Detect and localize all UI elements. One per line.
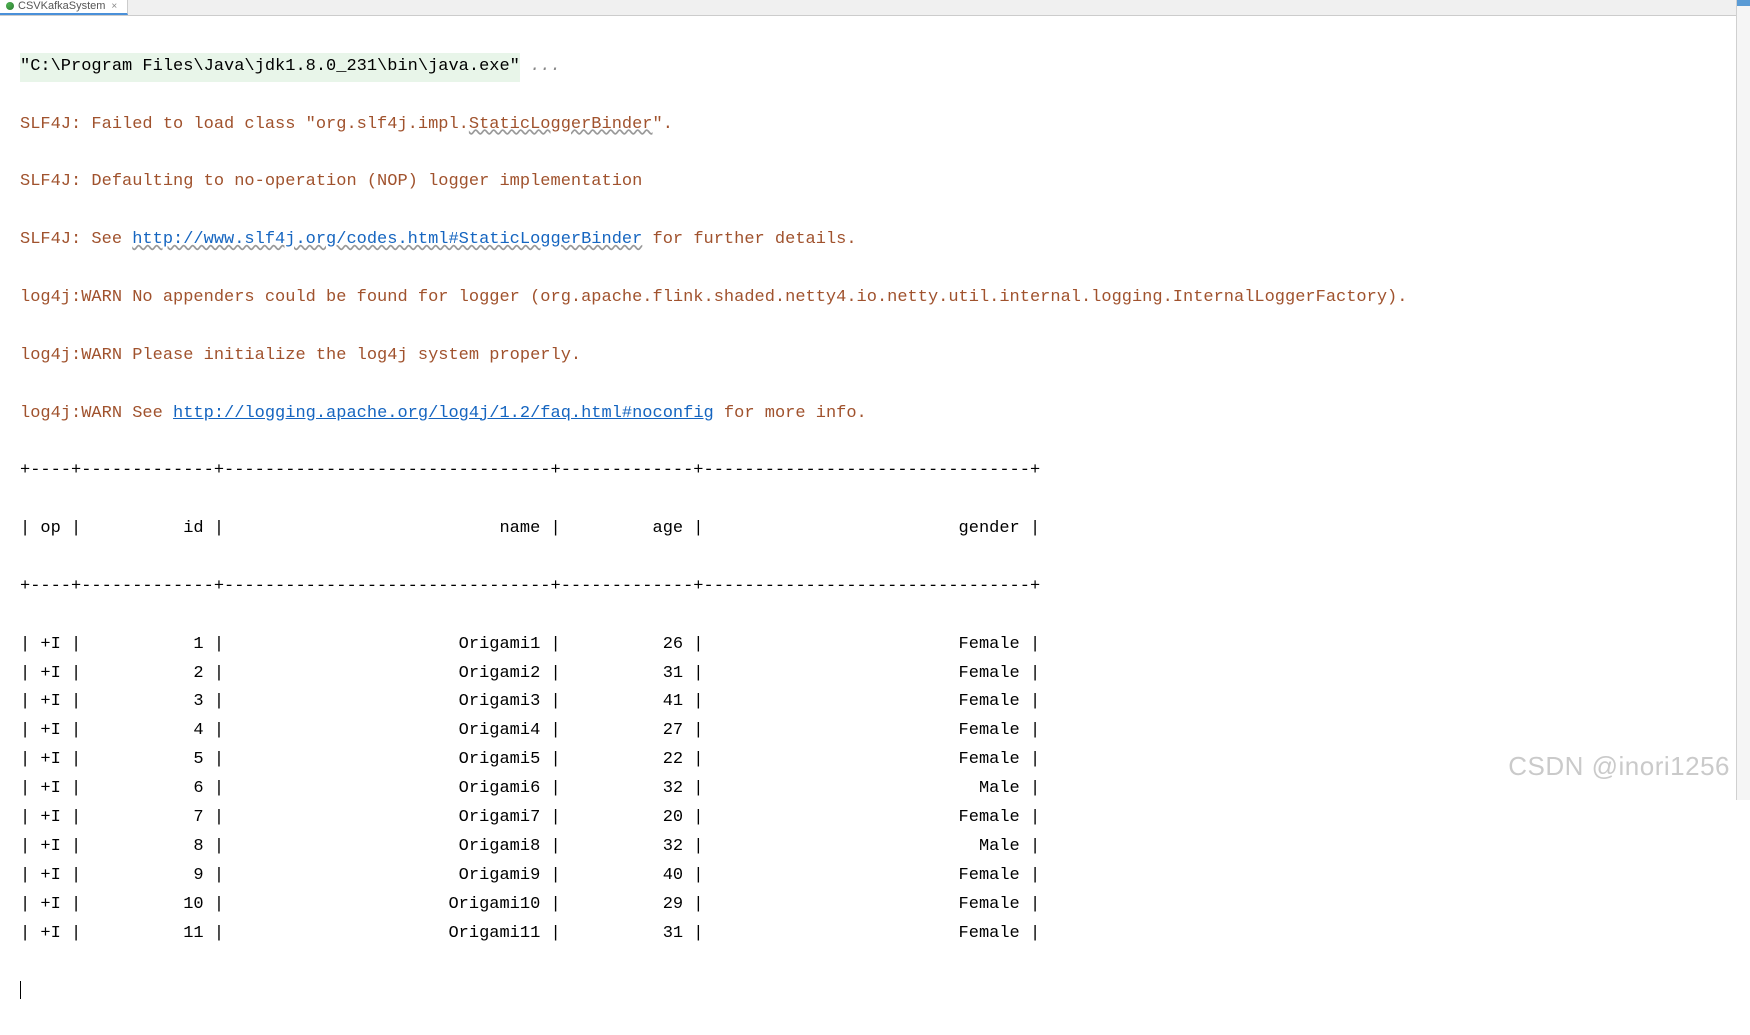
table-row: | +I | 8 | Origami8 | 32 | Male | [0, 833, 1750, 862]
table-row: | +I | 9 | Origami9 | 40 | Female | [0, 862, 1750, 891]
table-row: | +I | 4 | Origami4 | 27 | Female | [0, 717, 1750, 746]
tab-title: CSVKafkaSystem [18, 0, 105, 12]
table-border: +----+-------------+--------------------… [0, 573, 1750, 602]
log-line: log4j:WARN Please initialize the log4j s… [0, 342, 1750, 371]
command-rest: ... [520, 57, 561, 76]
run-icon [6, 2, 14, 10]
console-output[interactable]: "C:\Program Files\Java\jdk1.8.0_231\bin\… [0, 16, 1750, 1035]
table-row: | +I | 2 | Origami2 | 31 | Female | [0, 660, 1750, 689]
table-row: | +I | 10 | Origami10 | 29 | Female | [0, 891, 1750, 920]
log-line: log4j:WARN No appenders could be found f… [0, 284, 1750, 313]
console-tab[interactable]: CSVKafkaSystem × [0, 0, 128, 15]
table-row: | +I | 7 | Origami7 | 20 | Female | [0, 804, 1750, 833]
log-line: SLF4J: Failed to load class "org.slf4j.i… [0, 111, 1750, 140]
java-command: "C:\Program Files\Java\jdk1.8.0_231\bin\… [20, 53, 520, 82]
watermark: CSDN @inori1256 [1508, 751, 1730, 782]
close-icon[interactable]: × [111, 1, 117, 12]
table-row: | +I | 5 | Origami5 | 22 | Female | [0, 746, 1750, 775]
scrollbar-track[interactable] [1736, 0, 1750, 800]
table-row: | +I | 3 | Origami3 | 41 | Female | [0, 688, 1750, 717]
table-border: +----+-------------+--------------------… [0, 457, 1750, 486]
slf4j-link[interactable]: http://www.slf4j.org/codes.html#StaticLo… [132, 230, 642, 249]
error-stripe-marker[interactable] [1737, 0, 1750, 6]
log4j-link[interactable]: http://logging.apache.org/log4j/1.2/faq.… [173, 404, 714, 423]
log-line: SLF4J: See http://www.slf4j.org/codes.ht… [0, 226, 1750, 255]
table-row: | +I | 1 | Origami1 | 26 | Female | [0, 631, 1750, 660]
tab-bar: CSVKafkaSystem × [0, 0, 1750, 16]
text-cursor [20, 981, 21, 999]
table-row: | +I | 11 | Origami11 | 31 | Female | [0, 920, 1750, 949]
table-header: | op | id | name | age | gender | [0, 515, 1750, 544]
log-line: log4j:WARN See http://logging.apache.org… [0, 400, 1750, 429]
log-line: SLF4J: Defaulting to no-operation (NOP) … [0, 168, 1750, 197]
